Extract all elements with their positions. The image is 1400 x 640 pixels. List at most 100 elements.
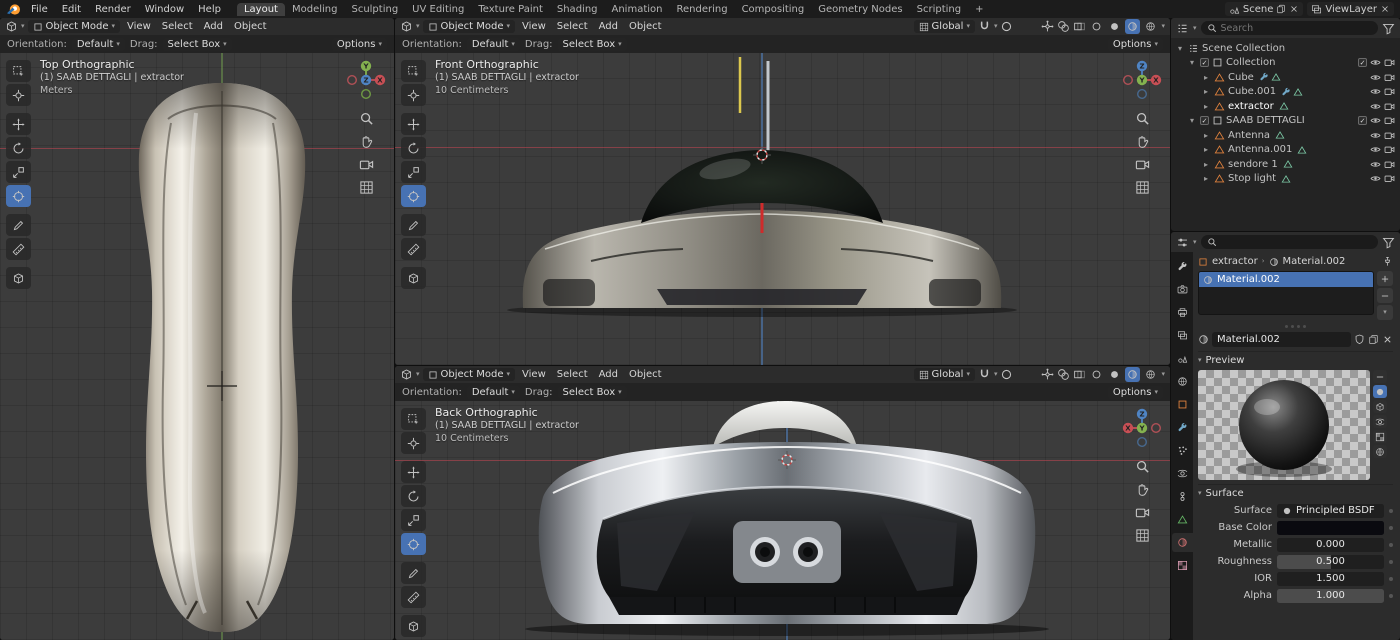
shading-wireframe-button[interactable] — [1089, 367, 1104, 382]
annotate-tool-button[interactable] — [6, 214, 31, 236]
expand-icon[interactable]: ▸ — [1201, 174, 1211, 183]
ior-field[interactable]: 1.500 — [1277, 572, 1384, 586]
tab-scene[interactable] — [1172, 349, 1193, 368]
shading-caret-icon[interactable]: ▾ — [1161, 23, 1165, 30]
menu-edit[interactable]: Edit — [56, 4, 87, 15]
render-camera-icon[interactable] — [1384, 72, 1395, 83]
pin-icon[interactable] — [1382, 256, 1393, 267]
cursor-tool-button[interactable] — [401, 84, 426, 106]
zoom-button[interactable] — [1135, 111, 1150, 126]
render-camera-icon[interactable] — [1384, 144, 1395, 155]
workspace-tab-shading[interactable]: Shading — [550, 3, 605, 16]
cursor-tool-button[interactable] — [6, 84, 31, 106]
render-camera-icon[interactable] — [1384, 101, 1395, 112]
shading-wireframe-button[interactable] — [1089, 19, 1104, 34]
render-camera-icon[interactable] — [1384, 115, 1395, 126]
move-tool-button[interactable] — [401, 113, 426, 135]
blender-logo-menu[interactable] — [6, 3, 21, 16]
navigation-gizmo[interactable]: Y X Z — [343, 57, 389, 103]
shading-rendered-button[interactable] — [1143, 19, 1158, 34]
snap-caret-icon[interactable]: ▾ — [994, 371, 998, 378]
annotate-tool-button[interactable] — [401, 214, 426, 236]
preview-flat-button[interactable] — [1373, 370, 1387, 383]
mode-dropdown[interactable]: Object Mode▾ — [423, 20, 516, 33]
material-slot-list[interactable]: Material.002 — [1198, 271, 1374, 315]
orientation-dropdown[interactable]: Default▾ — [72, 38, 125, 51]
new-material-icon[interactable] — [1368, 334, 1379, 345]
select-menu[interactable]: Select — [553, 369, 592, 380]
editor-type-caret-icon[interactable]: ▾ — [416, 23, 420, 30]
hide-eye-icon[interactable] — [1370, 144, 1381, 155]
annotate-tool-button[interactable] — [401, 562, 426, 584]
navigation-gizmo[interactable]: Z X Y — [1119, 405, 1165, 451]
orientation-dropdown[interactable]: Default▾ — [467, 38, 520, 51]
exclude-checkbox[interactable]: ✓ — [1358, 116, 1367, 125]
slot-specials-button[interactable]: ▾ — [1377, 305, 1393, 320]
outliner-item-cube-001[interactable]: ▸ Cube.001 — [1171, 85, 1400, 100]
proportional-edit-icon[interactable] — [1000, 20, 1013, 33]
tab-modifiers[interactable] — [1172, 418, 1193, 437]
expand-icon[interactable]: ▾ — [1187, 58, 1197, 67]
gizmos-toggle-icon[interactable] — [1041, 20, 1054, 33]
hide-eye-icon[interactable] — [1370, 57, 1381, 68]
transform-tool-button[interactable] — [6, 185, 31, 207]
delete-scene-icon[interactable] — [1289, 4, 1299, 14]
measure-tool-button[interactable] — [6, 238, 31, 260]
editor-type-icon[interactable] — [400, 20, 413, 33]
roughness-slider[interactable]: 0.500 — [1277, 555, 1384, 569]
outliner-item-antenna-001[interactable]: ▸ Antenna.001 — [1171, 143, 1400, 158]
outliner-item-collection[interactable]: ▾ ✓ Collection ✓ — [1171, 56, 1400, 71]
workspace-tab-scripting[interactable]: Scripting — [910, 3, 968, 16]
menu-window[interactable]: Window — [139, 4, 190, 15]
render-camera-icon[interactable] — [1384, 173, 1395, 184]
collection-checkbox[interactable]: ✓ — [1200, 116, 1209, 125]
preview-cube-button[interactable] — [1373, 400, 1387, 413]
metallic-slider[interactable]: 0.000 — [1277, 538, 1384, 552]
tab-output[interactable] — [1172, 303, 1193, 322]
camera-view-button[interactable] — [1135, 505, 1150, 520]
select-box-tool-button[interactable] — [6, 60, 31, 82]
transform-orientation-dropdown[interactable]: Global▾ — [914, 368, 975, 381]
outliner-search-input[interactable] — [1221, 23, 1372, 34]
add-cube-tool-button[interactable] — [6, 267, 31, 289]
measure-tool-button[interactable] — [401, 586, 426, 608]
menu-render[interactable]: Render — [89, 4, 137, 15]
shading-solid-button[interactable] — [1107, 19, 1122, 34]
render-camera-icon[interactable] — [1384, 57, 1395, 68]
material-slot-active[interactable]: Material.002 — [1199, 272, 1373, 287]
properties-search[interactable] — [1201, 235, 1378, 249]
editor-caret-icon[interactable]: ▾ — [1193, 239, 1197, 246]
options-dropdown[interactable]: Options▾ — [332, 38, 387, 51]
workspace-tab-texture-paint[interactable]: Texture Paint — [471, 3, 550, 16]
preview-cloth-button[interactable] — [1373, 430, 1387, 443]
tab-render[interactable] — [1172, 280, 1193, 299]
outliner-item-sendore-1[interactable]: ▸ sendore 1 — [1171, 157, 1400, 172]
filter-icon[interactable] — [1382, 236, 1395, 249]
rotate-tool-button[interactable] — [6, 137, 31, 159]
camera-view-button[interactable] — [359, 157, 374, 172]
tab-physics[interactable] — [1172, 464, 1193, 483]
hide-eye-icon[interactable] — [1370, 115, 1381, 126]
unlink-icon[interactable] — [1382, 334, 1393, 345]
transform-orientation-dropdown[interactable]: Global▾ — [914, 20, 975, 33]
outliner-item-saab-dettagli[interactable]: ▾ ✓ SAAB DETTAGLI ✓ — [1171, 114, 1400, 129]
menu-file[interactable]: File — [25, 4, 54, 15]
scene-selector[interactable]: Scene — [1225, 2, 1304, 16]
options-dropdown[interactable]: Options▾ — [1108, 38, 1163, 51]
zoom-button[interactable] — [359, 111, 374, 126]
drag-dropdown[interactable]: Select Box▾ — [558, 386, 627, 399]
keyframe-dot[interactable] — [1389, 526, 1393, 530]
expand-icon[interactable]: ▸ — [1201, 87, 1211, 96]
tab-object[interactable] — [1172, 395, 1193, 414]
render-camera-icon[interactable] — [1384, 159, 1395, 170]
object-menu[interactable]: Object — [625, 369, 666, 380]
add-menu[interactable]: Add — [595, 21, 622, 32]
proportional-edit-icon[interactable] — [1000, 368, 1013, 381]
preview-sphere-button[interactable] — [1373, 385, 1387, 398]
select-menu[interactable]: Select — [158, 21, 197, 32]
collection-checkbox[interactable]: ✓ — [1200, 58, 1209, 67]
camera-view-button[interactable] — [1135, 157, 1150, 172]
select-menu[interactable]: Select — [553, 21, 592, 32]
rotate-tool-button[interactable] — [401, 137, 426, 159]
select-box-tool-button[interactable] — [401, 60, 426, 82]
